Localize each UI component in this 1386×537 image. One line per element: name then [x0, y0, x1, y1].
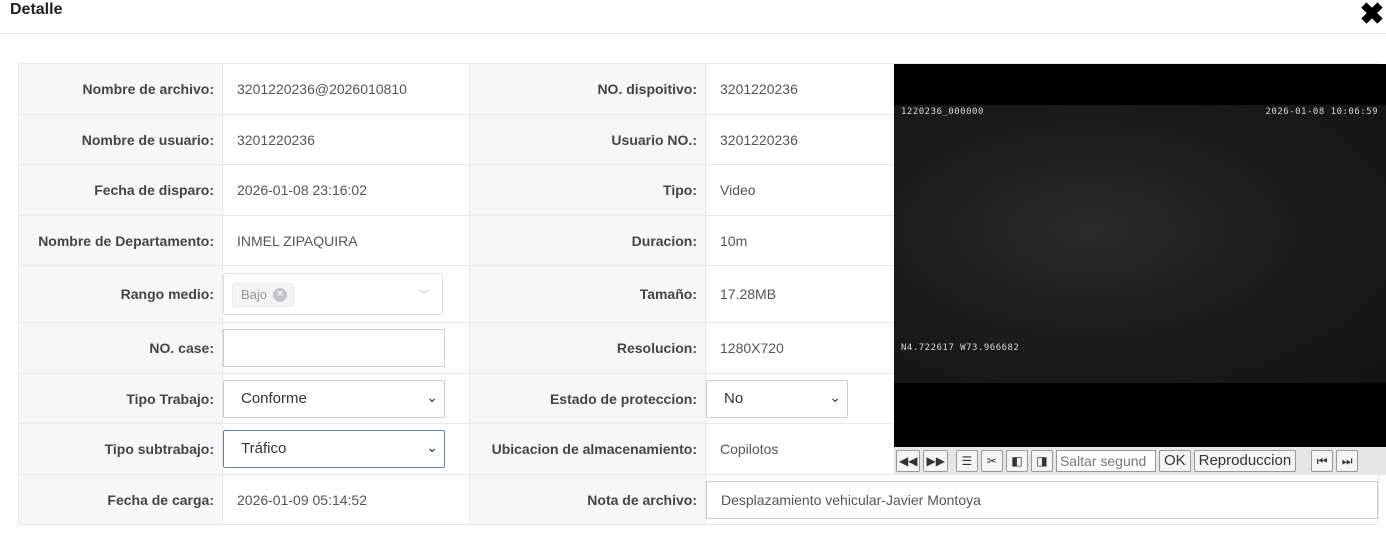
protection-label: Estado de proteccion:: [469, 373, 706, 424]
file-note-input[interactable]: Desplazamiento vehicular-Javier Montoya: [706, 480, 1378, 519]
close-icon[interactable]: ✖: [1358, 0, 1386, 30]
type-label: Tipo:: [469, 164, 706, 216]
osd-timestamp: 2026-01-08 10:06:59: [1265, 107, 1378, 117]
playback-button[interactable]: Reproduccion: [1193, 450, 1297, 472]
protection-value: No: [724, 389, 744, 407]
video-controls: ◀◀ ▶▶ ☰ ✂ ◧ ◨ Saltar segund OK Reproducc…: [894, 447, 1386, 475]
subwork-type-label: Tipo subtrabajo:: [18, 423, 223, 475]
scissors-icon[interactable]: ✂: [980, 450, 1003, 472]
department-value: INMEL ZIPAQUIRA: [222, 215, 470, 266]
dialog-title: Detalle: [10, 1, 63, 18]
user-no-label: Usuario NO.:: [469, 114, 706, 165]
rewind-icon[interactable]: ◀◀: [896, 450, 921, 472]
file-note-label: Nota de archivo:: [469, 474, 706, 525]
list-icon[interactable]: ☰: [955, 450, 978, 472]
chevron-down-icon: ⌄: [426, 439, 438, 455]
video-frame: 1220236_000000 2026-01-08 10:06:59 N4.72…: [894, 105, 1386, 383]
chevron-down-icon: ﹀: [417, 288, 430, 302]
device-no-label: NO. dispoitivo:: [469, 63, 706, 115]
trigger-date-value: 2026-01-08 23:16:02: [222, 164, 470, 216]
protection-select[interactable]: No ⌄: [706, 379, 848, 418]
subwork-type-value: Tráfico: [241, 440, 287, 457]
department-label: Nombre de Departamento:: [18, 215, 223, 266]
storage-label: Ubicacion de almacenamiento:: [469, 423, 706, 475]
range-tag: Bajo ✕: [232, 283, 295, 307]
work-type-label: Tipo Trabajo:: [18, 373, 223, 424]
user-name-value: 3201220236: [222, 114, 470, 165]
size-label: Tamaño:: [469, 265, 706, 323]
range-multiselect[interactable]: Bajo ✕ ﹀: [223, 273, 443, 315]
case-no-label: NO. case:: [18, 322, 223, 374]
prev-frame-icon[interactable]: ◧: [1005, 450, 1028, 472]
duration-label: Duracion:: [469, 215, 706, 266]
case-no-input[interactable]: [223, 329, 445, 367]
chevron-down-icon: ⌄: [426, 388, 438, 405]
tag-close-icon[interactable]: ✕: [273, 288, 288, 302]
work-type-value: Conforme: [241, 389, 307, 407]
file-name-label: Nombre de archivo:: [18, 63, 223, 115]
skip-start-icon[interactable]: ⏮: [1311, 450, 1334, 472]
resolution-label: Resolucion:: [469, 322, 706, 374]
chevron-down-icon: ⌄: [829, 388, 841, 405]
work-type-select[interactable]: Conforme ⌄: [223, 379, 445, 418]
subwork-type-select[interactable]: Tráfico ⌄: [223, 430, 445, 468]
upload-date-label: Fecha de carga:: [18, 474, 223, 525]
table-row: Fecha de carga: 2026-01-09 05:14:52 Nota…: [18, 474, 1379, 525]
jump-seconds-input[interactable]: Saltar segund: [1055, 450, 1156, 472]
upload-date-value: 2026-01-09 05:14:52: [222, 474, 470, 525]
osd-device-id: 1220236_000000: [901, 107, 984, 117]
next-frame-icon[interactable]: ◨: [1030, 450, 1053, 472]
range-tag-label: Bajo: [241, 287, 268, 302]
trigger-date-label: Fecha de disparo:: [18, 164, 223, 216]
dialog-header: Detalle ✖: [0, 0, 1386, 34]
user-name-label: Nombre de usuario:: [18, 114, 223, 165]
fast-forward-icon[interactable]: ▶▶: [923, 450, 948, 472]
video-player[interactable]: 1220236_000000 2026-01-08 10:06:59 N4.72…: [894, 64, 1386, 474]
osd-gps: N4.722617 W73.966682: [901, 343, 1020, 353]
ok-button[interactable]: OK: [1158, 450, 1191, 472]
skip-end-icon[interactable]: ⏭: [1336, 450, 1359, 472]
range-label: Rango medio:: [18, 265, 223, 323]
file-name-value: 3201220236@2026010810: [222, 63, 470, 115]
